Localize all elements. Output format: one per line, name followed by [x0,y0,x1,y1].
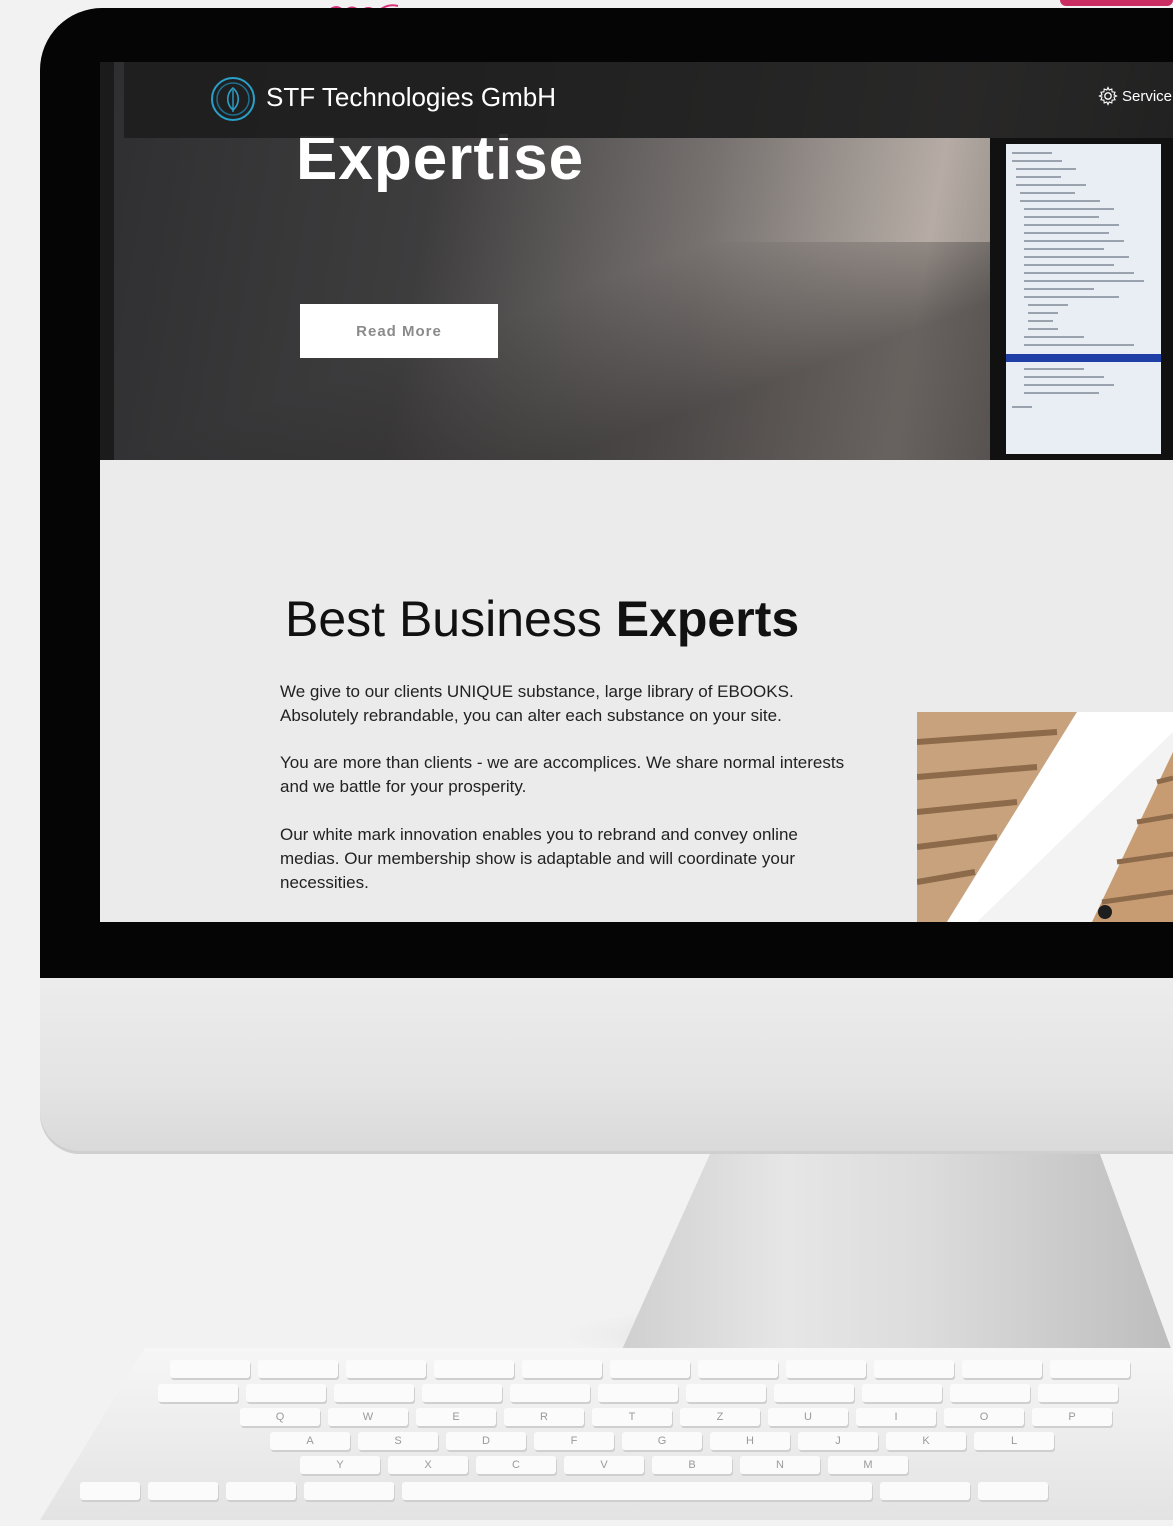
key-k[interactable]: K [886,1432,966,1450]
keyboard-function-row [170,1360,1130,1378]
key-c[interactable]: C [476,1456,556,1474]
key-m[interactable]: M [828,1456,908,1474]
key-x[interactable]: X [388,1456,468,1474]
key-o[interactable]: O [944,1408,1024,1426]
key-b[interactable]: B [652,1456,732,1474]
nav-service-label: Service [1122,87,1173,105]
paragraph-3: Our white mark innovation enables you to… [280,825,798,892]
key-t[interactable]: T [592,1408,672,1426]
paragraph-1: We give to our clients UNIQUE substance,… [280,682,794,725]
brand-name[interactable]: STF Technologies GmbH [266,82,556,113]
keyboard-bottom-row [80,1482,1048,1500]
key-i[interactable]: I [856,1408,936,1426]
key-e[interactable]: E [416,1408,496,1426]
read-more-button[interactable]: Read More [300,304,498,358]
key-n[interactable]: N [740,1456,820,1474]
keyboard-row-3: Y X C V B N M [300,1456,908,1474]
section-title: Best Business Experts [285,590,799,648]
section-title-light: Best Business [285,591,602,647]
decorative-bar [1060,0,1173,6]
key-u[interactable]: U [768,1408,848,1426]
monitor-chin [40,978,1173,1154]
selected-tree-row [1006,354,1161,362]
key-y[interactable]: Y [300,1456,380,1474]
keyboard-row-2: A S D F G H J K L [270,1432,1054,1450]
key-z[interactable]: Z [680,1408,760,1426]
hero-edge [100,62,114,460]
section-title-bold: Experts [615,591,800,647]
key-g[interactable]: G [622,1432,702,1450]
key-j[interactable]: J [798,1432,878,1450]
key-h[interactable]: H [710,1432,790,1450]
software-screenshot [990,138,1173,460]
top-navbar: STF Technologies GmbH Service [124,62,1173,138]
key-a[interactable]: A [270,1432,350,1450]
key-r[interactable]: R [504,1408,584,1426]
space-key[interactable] [402,1482,872,1500]
keyboard-number-row [158,1384,1118,1402]
screenshot-tree-view [1006,144,1161,454]
leaf-logo-icon [211,77,255,121]
nav-service-link[interactable]: Service [1098,86,1172,106]
website-screen: Expertise Read More STF Technologies Gmb… [100,62,1173,922]
key-d[interactable]: D [446,1432,526,1450]
monitor-stand [620,1154,1173,1354]
key-w[interactable]: W [328,1408,408,1426]
staircase-photo [917,712,1173,922]
hero-shadow [114,242,1004,460]
paragraph-2: You are more than clients - we are accom… [280,753,845,796]
keyboard: Q W E R T Z U I O P A S D F G H J K L Y … [40,1348,1173,1520]
key-q[interactable]: Q [240,1408,320,1426]
gear-icon [1098,86,1118,106]
key-s[interactable]: S [358,1432,438,1450]
key-f[interactable]: F [534,1432,614,1450]
keyboard-row-1: Q W E R T Z U I O P [240,1408,1112,1426]
key-p[interactable]: P [1032,1408,1112,1426]
key-l[interactable]: L [974,1432,1054,1450]
key-v[interactable]: V [564,1456,644,1474]
